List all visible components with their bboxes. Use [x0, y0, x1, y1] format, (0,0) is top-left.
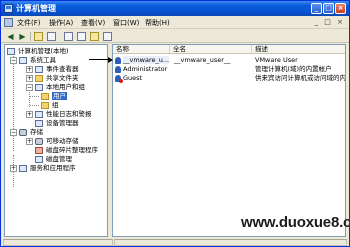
- properties-icon[interactable]: [64, 32, 73, 41]
- computer-management-window: 计算机管理 _ □ × 文件(F) 操作(A) 查看(V) 窗口(W) 帮助(H…: [0, 0, 350, 247]
- console-tree-icon[interactable]: [47, 32, 56, 41]
- expand-perf-logs[interactable]: +: [26, 111, 33, 118]
- user-full-name: __vmware_user__: [174, 56, 231, 64]
- folder-icon: [41, 102, 49, 109]
- menu-view[interactable]: 查看(V): [81, 18, 105, 28]
- folder-icon: [41, 93, 49, 100]
- removable-storage-icon: [35, 138, 43, 145]
- disabled-user-icon: [115, 75, 123, 83]
- maximize-button[interactable]: □: [323, 3, 334, 14]
- menu-action[interactable]: 操作(A): [49, 18, 73, 28]
- watermark: www.duoxue8.com: [241, 214, 350, 231]
- title-bar[interactable]: 计算机管理 _ □ ×: [1, 1, 349, 16]
- tree-line: [30, 96, 39, 97]
- collapse-system-tools[interactable]: −: [10, 57, 17, 64]
- disk-management-icon: [35, 156, 43, 163]
- toolbar: ◀ ▶: [1, 30, 349, 43]
- status-cell: [3, 239, 113, 246]
- expand-shared-folders[interactable]: +: [26, 75, 33, 82]
- perf-logs-icon: [35, 111, 43, 118]
- menu-file[interactable]: 文件(F): [17, 18, 41, 28]
- shared-folder-icon: [35, 75, 43, 82]
- column-header-description[interactable]: 描述: [252, 45, 345, 54]
- tree-line: [30, 105, 39, 106]
- menu-help[interactable]: 帮助(H): [145, 18, 170, 28]
- help-icon[interactable]: [103, 32, 112, 41]
- user-name: Guest: [123, 74, 143, 82]
- up-icon[interactable]: [34, 32, 43, 41]
- computer-management-icon: [4, 4, 13, 13]
- user-icon: [115, 57, 121, 64]
- device-manager-icon: [35, 120, 43, 127]
- expand-event-viewer[interactable]: +: [26, 66, 33, 73]
- list-row[interactable]: Guest 供来宾访问计算机或访问域的内: [113, 74, 346, 83]
- window-title: 计算机管理: [16, 4, 56, 13]
- column-header-full-name[interactable]: 全名: [170, 45, 252, 54]
- list-row[interactable]: __vmware_u... __vmware_user__ VMware Use…: [113, 56, 345, 64]
- column-header-name[interactable]: 名称: [113, 45, 170, 54]
- forward-icon[interactable]: ▶: [17, 31, 28, 42]
- collapse-storage[interactable]: −: [10, 129, 17, 136]
- minimize-button[interactable]: _: [311, 3, 322, 14]
- close-button[interactable]: ×: [335, 3, 346, 14]
- console-icon[interactable]: [4, 18, 13, 27]
- users-groups-icon: [35, 84, 43, 91]
- details-list[interactable]: 名称 全名 描述 __vmware_u... __vmware_user__ V…: [112, 44, 346, 237]
- list-row[interactable]: Administrator 管理计算机(域)的内置帐户: [113, 65, 345, 73]
- user-description: 供来宾访问计算机或访问域的内: [255, 74, 346, 82]
- pointer-arrow-annotation: [89, 57, 113, 63]
- user-icon: [115, 66, 121, 73]
- status-cell: [114, 239, 347, 246]
- toolbar-separator: [30, 32, 31, 41]
- storage-icon: [19, 129, 27, 136]
- defrag-icon: [35, 147, 43, 154]
- computer-icon: [7, 48, 15, 55]
- collapse-local-users[interactable]: −: [26, 84, 33, 91]
- tools-icon: [19, 57, 27, 64]
- menu-window[interactable]: 窗口(W): [113, 18, 139, 28]
- user-description: 管理计算机(域)的内置帐户: [255, 65, 332, 73]
- expand-removable-storage[interactable]: +: [26, 138, 33, 145]
- user-name: Administrator: [123, 65, 168, 73]
- user-description: VMware User: [255, 56, 298, 64]
- console-tree[interactable]: 计算机管理(本地) − 系统工具 + 事件查看器 + 共享文件夹 − 本地用户和…: [4, 44, 108, 237]
- back-icon[interactable]: ◀: [5, 31, 16, 42]
- services-icon: [19, 165, 27, 172]
- export-icon[interactable]: [90, 32, 99, 41]
- event-viewer-icon: [35, 66, 43, 73]
- tree-line: [13, 56, 14, 151]
- user-name: __vmware_u...: [123, 56, 170, 64]
- status-bar: [1, 238, 349, 246]
- refresh-icon[interactable]: [77, 32, 86, 41]
- menu-bar: 文件(F) 操作(A) 查看(V) 窗口(W) 帮助(H) _ □ ×: [1, 16, 349, 29]
- expand-services-apps[interactable]: +: [10, 165, 17, 172]
- mdi-controls[interactable]: _ □ ×: [315, 18, 345, 26]
